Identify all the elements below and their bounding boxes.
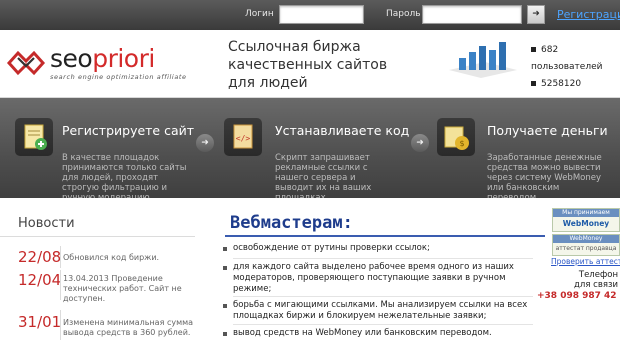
phone-label: Телефон для связи	[574, 270, 618, 290]
svg-text:$: $	[459, 139, 464, 148]
feature-2-desc: Скрипт запрашивает рекламные ссылки с на…	[275, 153, 372, 198]
document-icon	[15, 118, 53, 156]
webmoney-accepted-badge[interactable]: Мы принимаем WebMoney	[552, 208, 620, 232]
badge-caption: WebMoney	[553, 235, 619, 243]
logo-tagline: search engine optimization affiliate	[50, 73, 187, 81]
feature-3-title: Получаете деньги	[487, 123, 608, 138]
login-label: Логин	[245, 9, 274, 19]
badge-text: WebMoney	[553, 217, 619, 231]
news-separator	[60, 246, 61, 268]
arrow-right-icon: ➜	[532, 9, 540, 19]
password-input[interactable]	[422, 5, 522, 24]
feature-2-title: Устанавливаете код	[275, 123, 410, 138]
webmasters-item: освобождение от рутины проверки ссылок;	[223, 243, 533, 254]
webmasters-item: для каждого сайта выделено рабочее время…	[223, 262, 533, 295]
news-separator	[60, 310, 61, 340]
password-label: Пароль	[386, 9, 421, 19]
feature-1-desc: В качестве площадок принимаются только с…	[62, 153, 187, 198]
logo-part-2: priori	[92, 44, 155, 73]
features-band: Регистрируете сайт В качестве площадок п…	[0, 98, 620, 198]
list-divider	[233, 258, 533, 259]
badge-text: аттестат продавца	[553, 243, 619, 255]
list-divider	[233, 296, 533, 297]
logo-wordmark[interactable]: seopriori	[50, 44, 155, 73]
logo-mark-icon[interactable]	[6, 47, 46, 83]
webmasters-heading: Вебмастерам:	[230, 213, 353, 233]
chevron-right-icon: ➜	[196, 134, 214, 152]
top-bar: Логин Пароль ➜ Регистрация	[0, 0, 620, 30]
phone-number: +38 098 987 42 61	[537, 291, 620, 301]
news-divider	[0, 236, 195, 237]
bar-chart-icon	[445, 40, 521, 84]
list-divider	[233, 324, 533, 325]
register-link[interactable]: Регистрация	[557, 8, 620, 21]
news-heading: Новости	[18, 216, 75, 231]
site-slogan: Ссылочная биржа качественных сайтов для …	[228, 39, 388, 91]
webmasters-item: борьба с мигающими ссылками. Мы анализир…	[223, 300, 533, 322]
money-icon: $	[437, 118, 475, 156]
news-date[interactable]: 31/01	[18, 313, 61, 331]
chevron-right-icon: ➜	[411, 134, 429, 152]
feature-3-desc: Заработанные денежные средства можно выв…	[487, 153, 602, 198]
news-date[interactable]: 22/08	[18, 248, 61, 266]
webmoney-attestat-badge[interactable]: WebMoney аттестат продавца	[552, 234, 620, 256]
news-date[interactable]: 12/04	[18, 271, 61, 289]
code-icon: </>	[224, 118, 262, 156]
news-text[interactable]: Изменена минимальная сумма вывода средст…	[63, 318, 198, 338]
badge-caption: Мы принимаем	[553, 209, 619, 217]
login-input[interactable]	[279, 5, 364, 24]
logo-part-1: seo	[50, 44, 93, 73]
news-text[interactable]: 13.04.2013 Проведение технических работ.…	[63, 274, 198, 304]
svg-text:</>: </>	[236, 134, 251, 143]
check-attestat-link[interactable]: Проверить аттестат	[551, 257, 620, 266]
news-text[interactable]: Обновился код биржи.	[63, 253, 198, 263]
feature-1-title: Регистрируете сайт	[62, 123, 195, 138]
login-submit-button[interactable]: ➜	[527, 5, 545, 24]
news-separator	[60, 270, 61, 300]
stats-users: 682 пользователей	[531, 45, 603, 72]
webmasters-underline	[225, 235, 545, 237]
webmasters-item: вывод средств на WebMoney или банковским…	[223, 328, 533, 339]
